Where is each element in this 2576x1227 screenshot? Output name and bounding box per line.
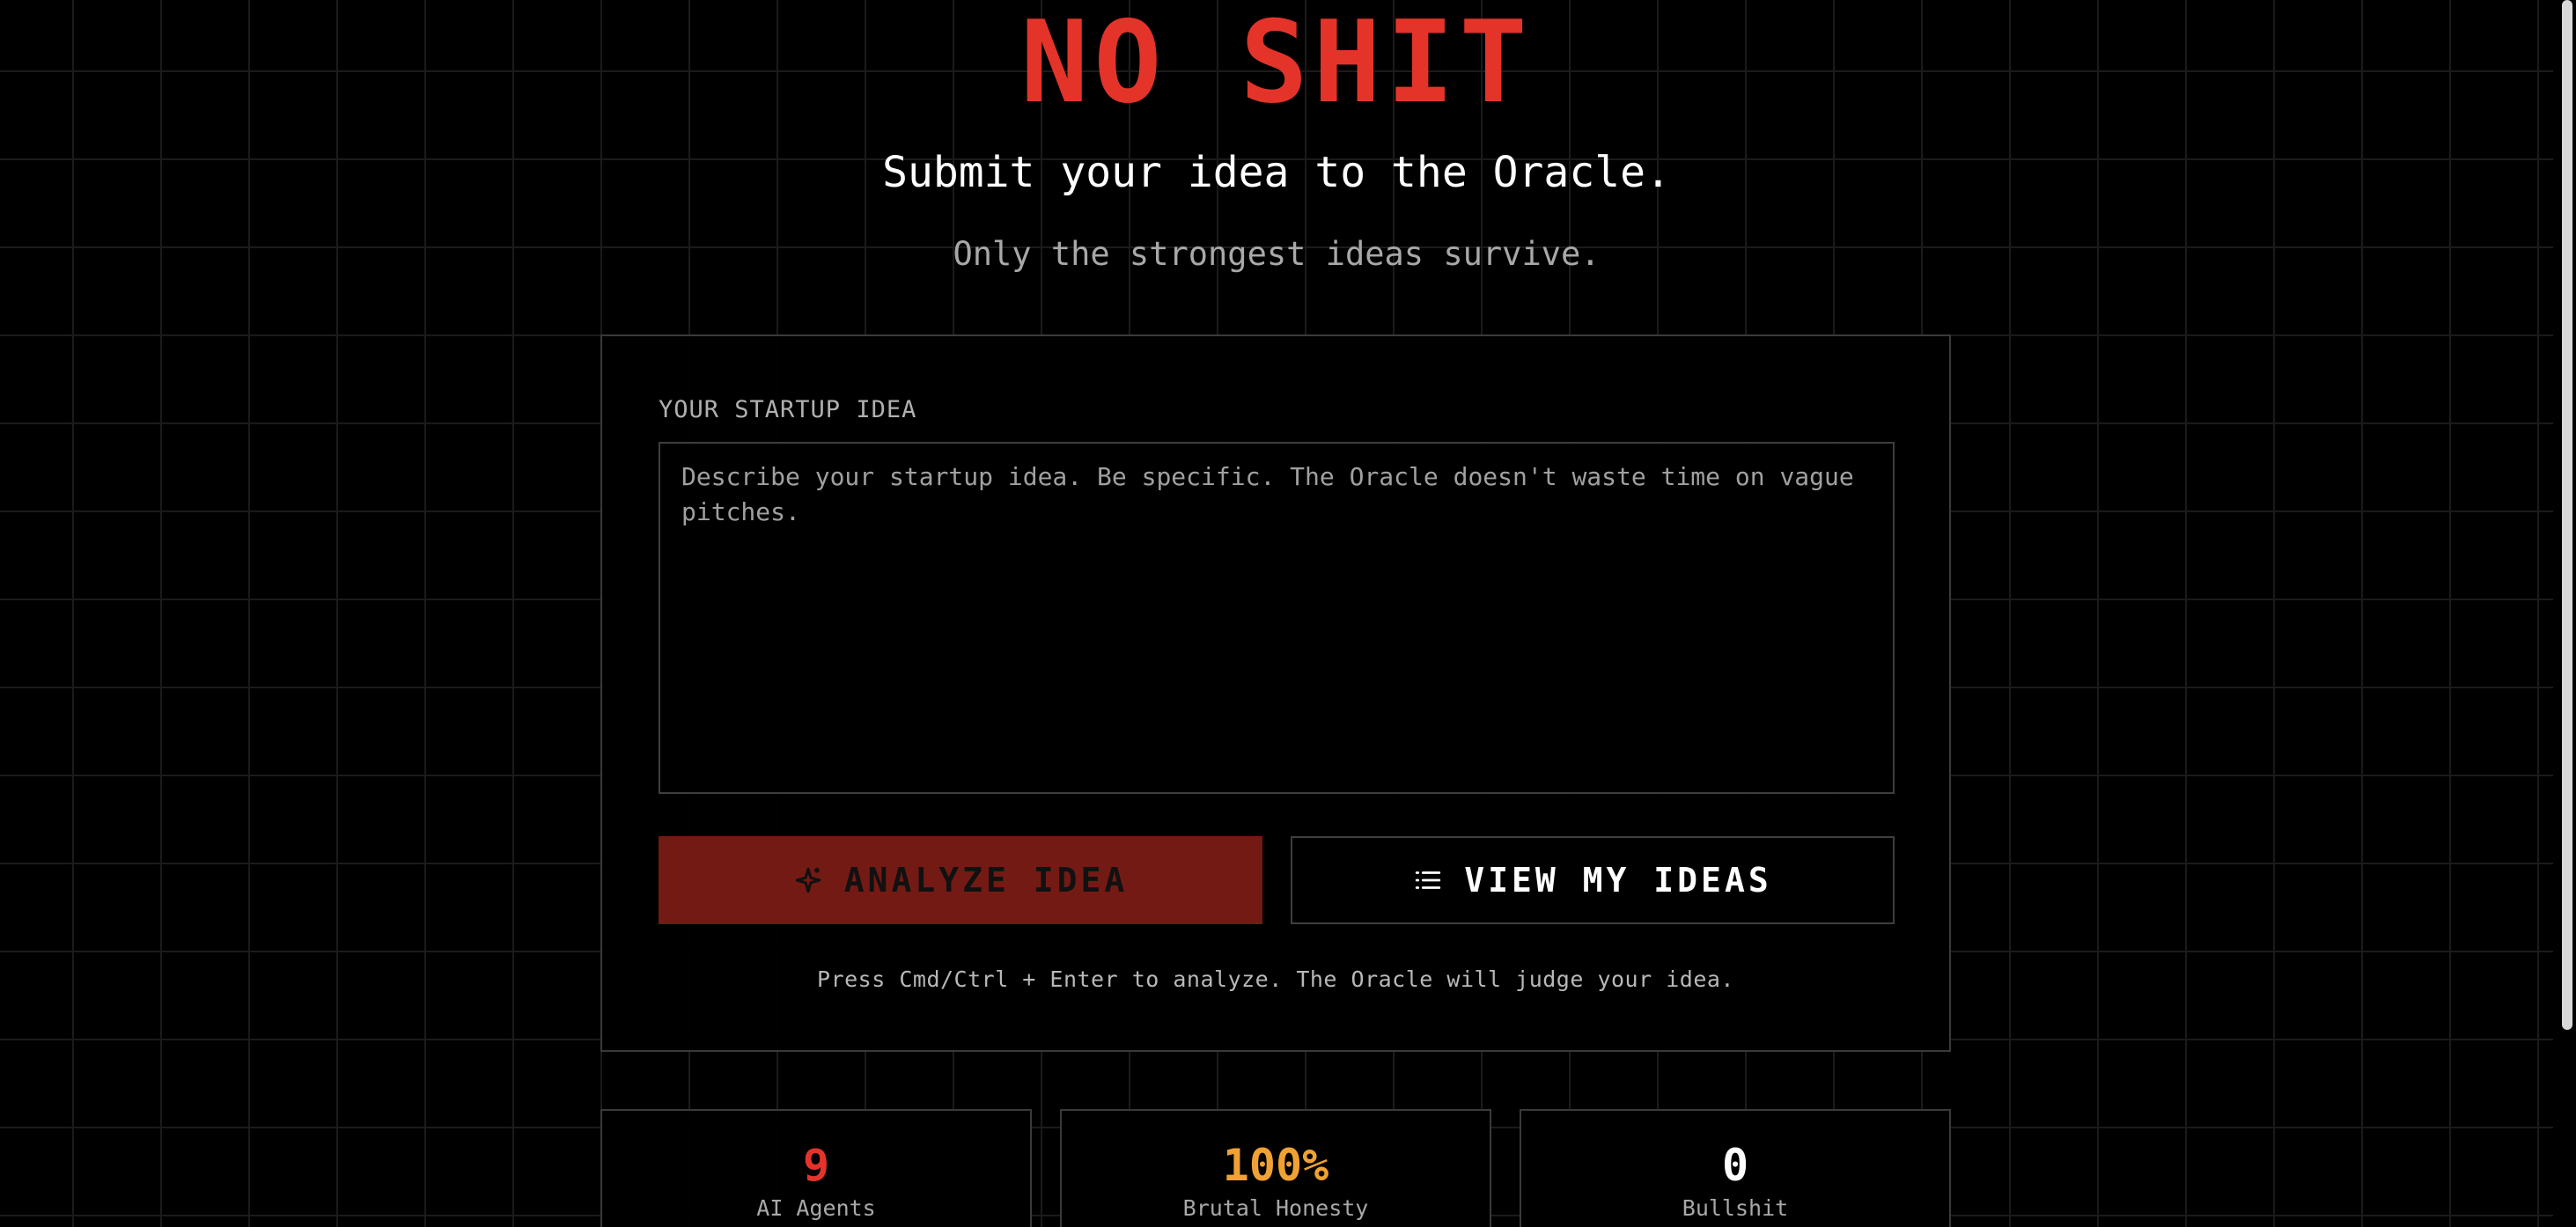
scrollbar-thumb[interactable] bbox=[2562, 0, 2572, 1030]
analyze-idea-button[interactable]: ANALYZE IDEA bbox=[659, 836, 1262, 924]
stat-label: Brutal Honesty bbox=[1182, 1195, 1369, 1221]
keyboard-hint: Press Cmd/Ctrl + Enter to analyze. The O… bbox=[817, 966, 1734, 992]
page-subtitle: Submit your idea to the Oracle. bbox=[882, 148, 1671, 197]
sparkle-icon bbox=[793, 865, 823, 895]
stat-card-ai-agents: 9 AI Agents bbox=[600, 1109, 1032, 1227]
stat-value: 0 bbox=[1721, 1140, 1749, 1191]
stat-value: 100% bbox=[1222, 1140, 1329, 1191]
view-my-ideas-label: VIEW MY IDEAS bbox=[1464, 861, 1772, 900]
view-my-ideas-button[interactable]: VIEW MY IDEAS bbox=[1291, 836, 1895, 924]
idea-input[interactable] bbox=[659, 442, 1895, 794]
list-icon bbox=[1413, 865, 1443, 895]
page-tagline: Only the strongest ideas survive. bbox=[953, 235, 1601, 273]
idea-field-label: YOUR STARTUP IDEA bbox=[659, 396, 917, 423]
stat-label: AI Agents bbox=[756, 1195, 876, 1221]
idea-form-panel: YOUR STARTUP IDEA ANALYZE IDEA VIEW MY I… bbox=[600, 334, 1951, 1052]
stat-label: Bullshit bbox=[1682, 1195, 1789, 1221]
stat-value: 9 bbox=[802, 1140, 830, 1191]
page: NO SHIT Submit your idea to the Oracle. … bbox=[0, 0, 2576, 1227]
page-title: NO SHIT bbox=[1020, 0, 1533, 129]
analyze-idea-label: ANALYZE IDEA bbox=[843, 861, 1129, 900]
stat-card-brutal-honesty: 100% Brutal Honesty bbox=[1060, 1109, 1491, 1227]
scrollbar[interactable] bbox=[2553, 0, 2576, 1227]
stat-card-bullshit: 0 Bullshit bbox=[1520, 1109, 1951, 1227]
